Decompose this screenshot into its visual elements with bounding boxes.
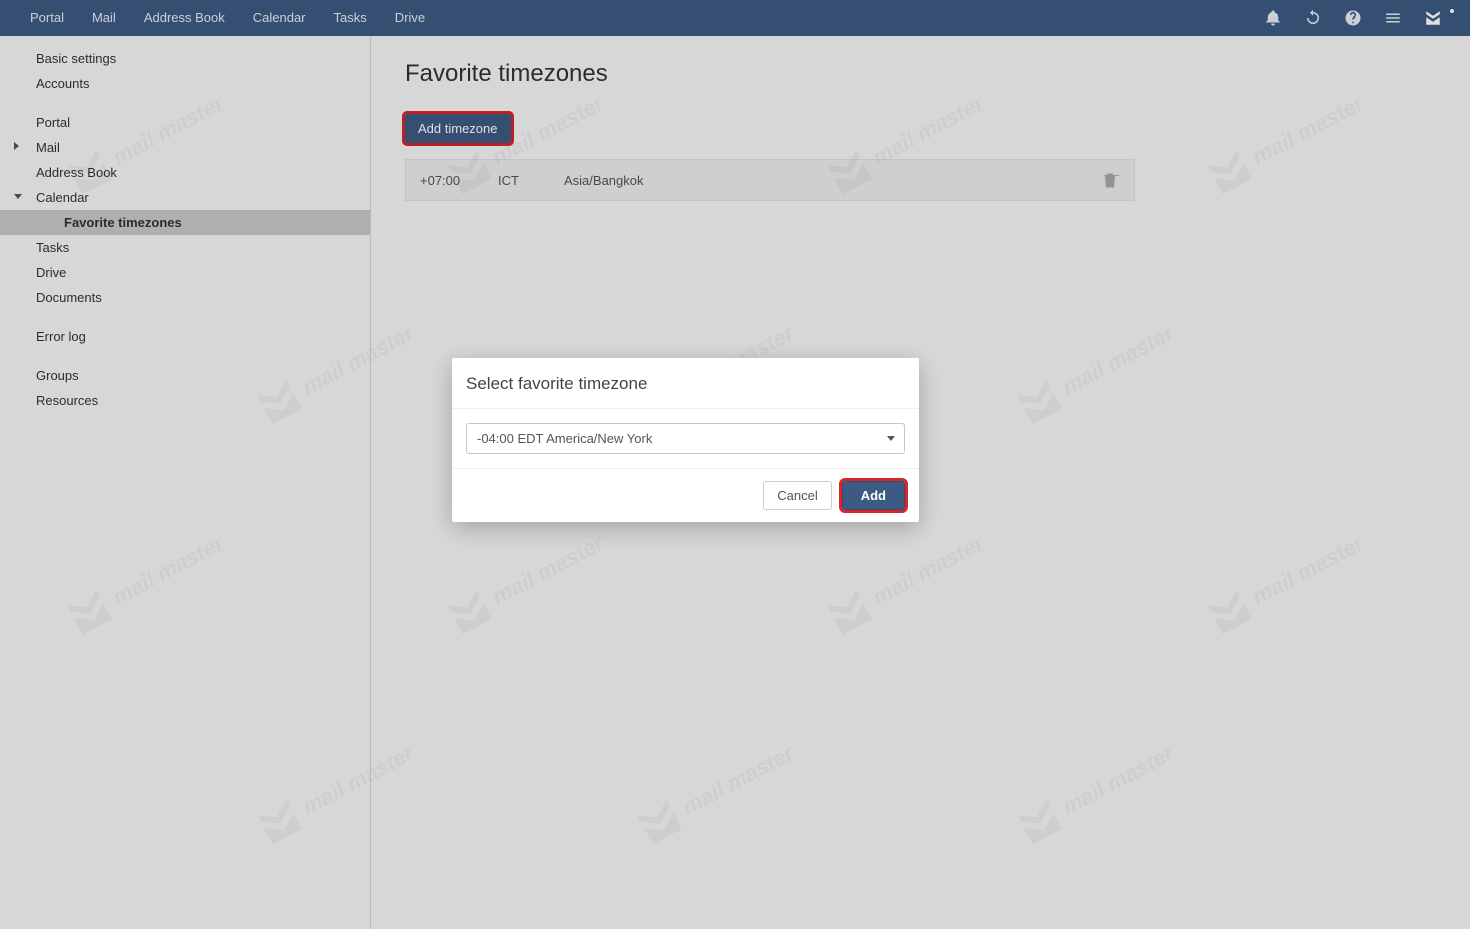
- menu-icon[interactable]: [1384, 9, 1402, 27]
- sidebar-mail[interactable]: Mail: [0, 135, 370, 160]
- nav-drive[interactable]: Drive: [381, 0, 439, 36]
- bell-icon[interactable]: [1264, 9, 1282, 27]
- brand-logo-icon: [1424, 9, 1442, 27]
- sidebar-item-label: Mail: [36, 140, 60, 155]
- nav-tasks[interactable]: Tasks: [320, 0, 381, 36]
- select-timezone-modal: Select favorite timezone -04:00 EDT Amer…: [452, 358, 919, 522]
- modal-footer: Cancel Add: [452, 468, 919, 522]
- settings-sidebar: Basic settings Accounts Portal Mail Addr…: [0, 36, 371, 929]
- timezone-select[interactable]: -04:00 EDT America/New York: [466, 423, 905, 454]
- timezone-row[interactable]: +07:00 ICT Asia/Bangkok: [406, 160, 1134, 200]
- trash-icon[interactable]: [1100, 170, 1120, 190]
- sidebar-basic-settings[interactable]: Basic settings: [0, 46, 370, 71]
- sidebar-addressbook[interactable]: Address Book: [0, 160, 370, 185]
- timezone-list: +07:00 ICT Asia/Bangkok: [405, 159, 1135, 201]
- sidebar-tasks[interactable]: Tasks: [0, 235, 370, 260]
- help-icon[interactable]: [1344, 9, 1362, 27]
- modal-title: Select favorite timezone: [452, 358, 919, 409]
- sidebar-accounts[interactable]: Accounts: [0, 71, 370, 96]
- sidebar-favorite-timezones[interactable]: Favorite timezones: [0, 210, 370, 235]
- nav-calendar[interactable]: Calendar: [239, 0, 320, 36]
- sidebar-errorlog[interactable]: Error log: [0, 324, 370, 349]
- nav-portal[interactable]: Portal: [16, 0, 78, 36]
- nav-mail[interactable]: Mail: [78, 0, 130, 36]
- sidebar-portal[interactable]: Portal: [0, 110, 370, 135]
- cancel-button[interactable]: Cancel: [763, 481, 831, 510]
- top-navbar: Portal Mail Address Book Calendar Tasks …: [0, 0, 1470, 36]
- sidebar-drive[interactable]: Drive: [0, 260, 370, 285]
- chevron-down-icon: [14, 194, 22, 199]
- nav-left: Portal Mail Address Book Calendar Tasks …: [16, 0, 439, 36]
- sidebar-groups[interactable]: Groups: [0, 363, 370, 388]
- sidebar-resources[interactable]: Resources: [0, 388, 370, 413]
- tz-offset: +07:00: [420, 173, 498, 188]
- timezone-select-wrap: -04:00 EDT America/New York: [466, 423, 905, 454]
- sidebar-calendar[interactable]: Calendar: [0, 185, 370, 210]
- sidebar-item-label: Calendar: [36, 190, 89, 205]
- modal-body: -04:00 EDT America/New York: [452, 409, 919, 468]
- nav-right: [1264, 9, 1454, 27]
- tz-abbr: ICT: [498, 173, 564, 188]
- chevron-right-icon: [14, 142, 19, 150]
- sidebar-documents[interactable]: Documents: [0, 285, 370, 310]
- add-button[interactable]: Add: [842, 481, 905, 510]
- add-timezone-button[interactable]: Add timezone: [405, 114, 511, 143]
- nav-addressbook[interactable]: Address Book: [130, 0, 239, 36]
- refresh-icon[interactable]: [1304, 9, 1322, 27]
- brand-dot-icon: [1450, 9, 1454, 13]
- page-title: Favorite timezones: [405, 60, 1436, 88]
- tz-name: Asia/Bangkok: [564, 173, 1100, 188]
